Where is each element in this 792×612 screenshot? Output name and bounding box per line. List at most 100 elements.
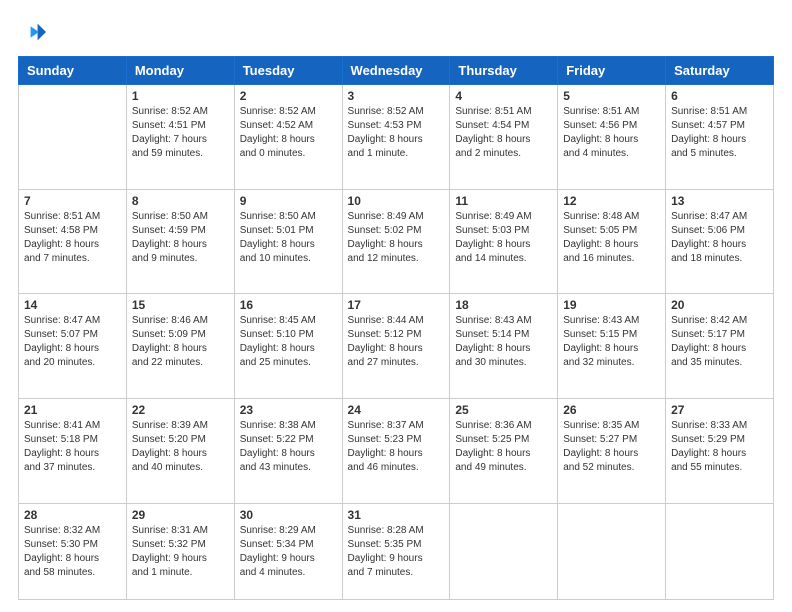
- week-row-3: 14 Sunrise: 8:47 AMSunset: 5:07 PMDayligh…: [19, 294, 774, 399]
- day-info: Sunrise: 8:41 AMSunset: 5:18 PMDaylight:…: [24, 419, 121, 475]
- calendar-cell: 25 Sunrise: 8:36 AMSunset: 5:25 PMDayligh…: [450, 398, 558, 503]
- day-number: 14: [24, 298, 121, 312]
- day-info: Sunrise: 8:39 AMSunset: 5:20 PMDaylight:…: [132, 419, 229, 475]
- day-number: 19: [563, 298, 660, 312]
- day-number: 20: [671, 298, 768, 312]
- day-header-saturday: Saturday: [666, 57, 774, 85]
- day-info: Sunrise: 8:50 AMSunset: 5:01 PMDaylight:…: [240, 210, 337, 266]
- week-row-4: 21 Sunrise: 8:41 AMSunset: 5:18 PMDayligh…: [19, 398, 774, 503]
- calendar-header-row: SundayMondayTuesdayWednesdayThursdayFrid…: [19, 57, 774, 85]
- day-info: Sunrise: 8:51 AMSunset: 4:54 PMDaylight:…: [455, 105, 552, 161]
- calendar-cell: 10 Sunrise: 8:49 AMSunset: 5:02 PMDayligh…: [342, 189, 450, 294]
- week-row-1: 1 Sunrise: 8:52 AMSunset: 4:51 PMDaylight…: [19, 85, 774, 190]
- calendar-cell: 1 Sunrise: 8:52 AMSunset: 4:51 PMDaylight…: [126, 85, 234, 190]
- calendar-cell: 30 Sunrise: 8:29 AMSunset: 5:34 PMDayligh…: [234, 503, 342, 599]
- calendar-cell: [558, 503, 666, 599]
- calendar-cell: 21 Sunrise: 8:41 AMSunset: 5:18 PMDayligh…: [19, 398, 127, 503]
- day-number: 3: [348, 89, 445, 103]
- calendar-cell: 17 Sunrise: 8:44 AMSunset: 5:12 PMDayligh…: [342, 294, 450, 399]
- calendar-cell: 22Sunrise: 8:39 AMSunset: 5:20 PMDayligh…: [126, 398, 234, 503]
- day-info: Sunrise: 8:29 AMSunset: 5:34 PMDaylight:…: [240, 524, 337, 580]
- header: [18, 18, 774, 46]
- day-info: Sunrise: 8:48 AMSunset: 5:05 PMDaylight:…: [563, 210, 660, 266]
- day-number: 17: [348, 298, 445, 312]
- calendar-table: SundayMondayTuesdayWednesdayThursdayFrid…: [18, 56, 774, 600]
- day-number: 16: [240, 298, 337, 312]
- calendar-cell: 31 Sunrise: 8:28 AMSunset: 5:35 PMDayligh…: [342, 503, 450, 599]
- calendar-cell: 20 Sunrise: 8:42 AMSunset: 5:17 PMDayligh…: [666, 294, 774, 399]
- day-number: 18: [455, 298, 552, 312]
- day-number: 27: [671, 403, 768, 417]
- day-info: Sunrise: 8:50 AMSunset: 4:59 PMDaylight:…: [132, 210, 229, 266]
- day-info: Sunrise: 8:51 AMSunset: 4:56 PMDaylight:…: [563, 105, 660, 161]
- day-header-friday: Friday: [558, 57, 666, 85]
- day-info: Sunrise: 8:52 AMSunset: 4:51 PMDaylight:…: [132, 105, 229, 161]
- day-header-thursday: Thursday: [450, 57, 558, 85]
- calendar-cell: [19, 85, 127, 190]
- day-info: Sunrise: 8:52 AMSunset: 4:53 PMDaylight:…: [348, 105, 445, 161]
- logo-icon: [18, 18, 46, 46]
- day-number: 2: [240, 89, 337, 103]
- day-info: Sunrise: 8:42 AMSunset: 5:17 PMDaylight:…: [671, 314, 768, 370]
- day-header-tuesday: Tuesday: [234, 57, 342, 85]
- day-number: 9: [240, 194, 337, 208]
- calendar-cell: 23Sunrise: 8:38 AMSunset: 5:22 PMDayligh…: [234, 398, 342, 503]
- day-header-monday: Monday: [126, 57, 234, 85]
- day-info: Sunrise: 8:43 AMSunset: 5:14 PMDaylight:…: [455, 314, 552, 370]
- day-info: Sunrise: 8:47 AMSunset: 5:06 PMDaylight:…: [671, 210, 768, 266]
- day-info: Sunrise: 8:36 AMSunset: 5:25 PMDaylight:…: [455, 419, 552, 475]
- day-info: Sunrise: 8:35 AMSunset: 5:27 PMDaylight:…: [563, 419, 660, 475]
- day-info: Sunrise: 8:38 AMSunset: 5:22 PMDaylight:…: [240, 419, 337, 475]
- day-number: 15: [132, 298, 229, 312]
- week-row-2: 7 Sunrise: 8:51 AMSunset: 4:58 PMDaylight…: [19, 189, 774, 294]
- day-info: Sunrise: 8:49 AMSunset: 5:03 PMDaylight:…: [455, 210, 552, 266]
- calendar-cell: 9 Sunrise: 8:50 AMSunset: 5:01 PMDaylight…: [234, 189, 342, 294]
- calendar-cell: 29 Sunrise: 8:31 AMSunset: 5:32 PMDayligh…: [126, 503, 234, 599]
- calendar-cell: 2 Sunrise: 8:52 AMSunset: 4:52 AMDaylight…: [234, 85, 342, 190]
- day-number: 25: [455, 403, 552, 417]
- day-info: Sunrise: 8:31 AMSunset: 5:32 PMDaylight:…: [132, 524, 229, 580]
- day-info: Sunrise: 8:51 AMSunset: 4:57 PMDaylight:…: [671, 105, 768, 161]
- day-header-sunday: Sunday: [19, 57, 127, 85]
- calendar-cell: 24Sunrise: 8:37 AMSunset: 5:23 PMDayligh…: [342, 398, 450, 503]
- day-info: Sunrise: 8:47 AMSunset: 5:07 PMDaylight:…: [24, 314, 121, 370]
- day-number: 4: [455, 89, 552, 103]
- day-number: 7: [24, 194, 121, 208]
- week-row-5: 28 Sunrise: 8:32 AMSunset: 5:30 PMDayligh…: [19, 503, 774, 599]
- calendar-cell: 26Sunrise: 8:35 AMSunset: 5:27 PMDayligh…: [558, 398, 666, 503]
- day-info: Sunrise: 8:51 AMSunset: 4:58 PMDaylight:…: [24, 210, 121, 266]
- day-info: Sunrise: 8:44 AMSunset: 5:12 PMDaylight:…: [348, 314, 445, 370]
- calendar-cell: 15 Sunrise: 8:46 AMSunset: 5:09 PMDayligh…: [126, 294, 234, 399]
- calendar-cell: 8 Sunrise: 8:50 AMSunset: 4:59 PMDaylight…: [126, 189, 234, 294]
- calendar-cell: 28 Sunrise: 8:32 AMSunset: 5:30 PMDayligh…: [19, 503, 127, 599]
- day-info: Sunrise: 8:43 AMSunset: 5:15 PMDaylight:…: [563, 314, 660, 370]
- day-number: 31: [348, 508, 445, 522]
- day-info: Sunrise: 8:49 AMSunset: 5:02 PMDaylight:…: [348, 210, 445, 266]
- day-info: Sunrise: 8:33 AMSunset: 5:29 PMDaylight:…: [671, 419, 768, 475]
- calendar-cell: 4 Sunrise: 8:51 AMSunset: 4:54 PMDaylight…: [450, 85, 558, 190]
- day-number: 30: [240, 508, 337, 522]
- day-number: 29: [132, 508, 229, 522]
- day-info: Sunrise: 8:28 AMSunset: 5:35 PMDaylight:…: [348, 524, 445, 580]
- day-number: 1: [132, 89, 229, 103]
- day-number: 11: [455, 194, 552, 208]
- day-info: Sunrise: 8:52 AMSunset: 4:52 AMDaylight:…: [240, 105, 337, 161]
- calendar-cell: 16Sunrise: 8:45 AMSunset: 5:10 PMDayligh…: [234, 294, 342, 399]
- day-number: 8: [132, 194, 229, 208]
- day-number: 21: [24, 403, 121, 417]
- calendar-cell: 12Sunrise: 8:48 AMSunset: 5:05 PMDayligh…: [558, 189, 666, 294]
- calendar-cell: [450, 503, 558, 599]
- day-number: 6: [671, 89, 768, 103]
- day-number: 28: [24, 508, 121, 522]
- calendar-cell: 27 Sunrise: 8:33 AMSunset: 5:29 PMDayligh…: [666, 398, 774, 503]
- calendar-cell: 11 Sunrise: 8:49 AMSunset: 5:03 PMDayligh…: [450, 189, 558, 294]
- day-info: Sunrise: 8:32 AMSunset: 5:30 PMDaylight:…: [24, 524, 121, 580]
- page: SundayMondayTuesdayWednesdayThursdayFrid…: [0, 0, 792, 612]
- day-number: 5: [563, 89, 660, 103]
- day-info: Sunrise: 8:46 AMSunset: 5:09 PMDaylight:…: [132, 314, 229, 370]
- logo: [18, 18, 50, 46]
- day-header-wednesday: Wednesday: [342, 57, 450, 85]
- calendar-cell: 13Sunrise: 8:47 AMSunset: 5:06 PMDayligh…: [666, 189, 774, 294]
- day-number: 10: [348, 194, 445, 208]
- calendar-cell: 3 Sunrise: 8:52 AMSunset: 4:53 PMDaylight…: [342, 85, 450, 190]
